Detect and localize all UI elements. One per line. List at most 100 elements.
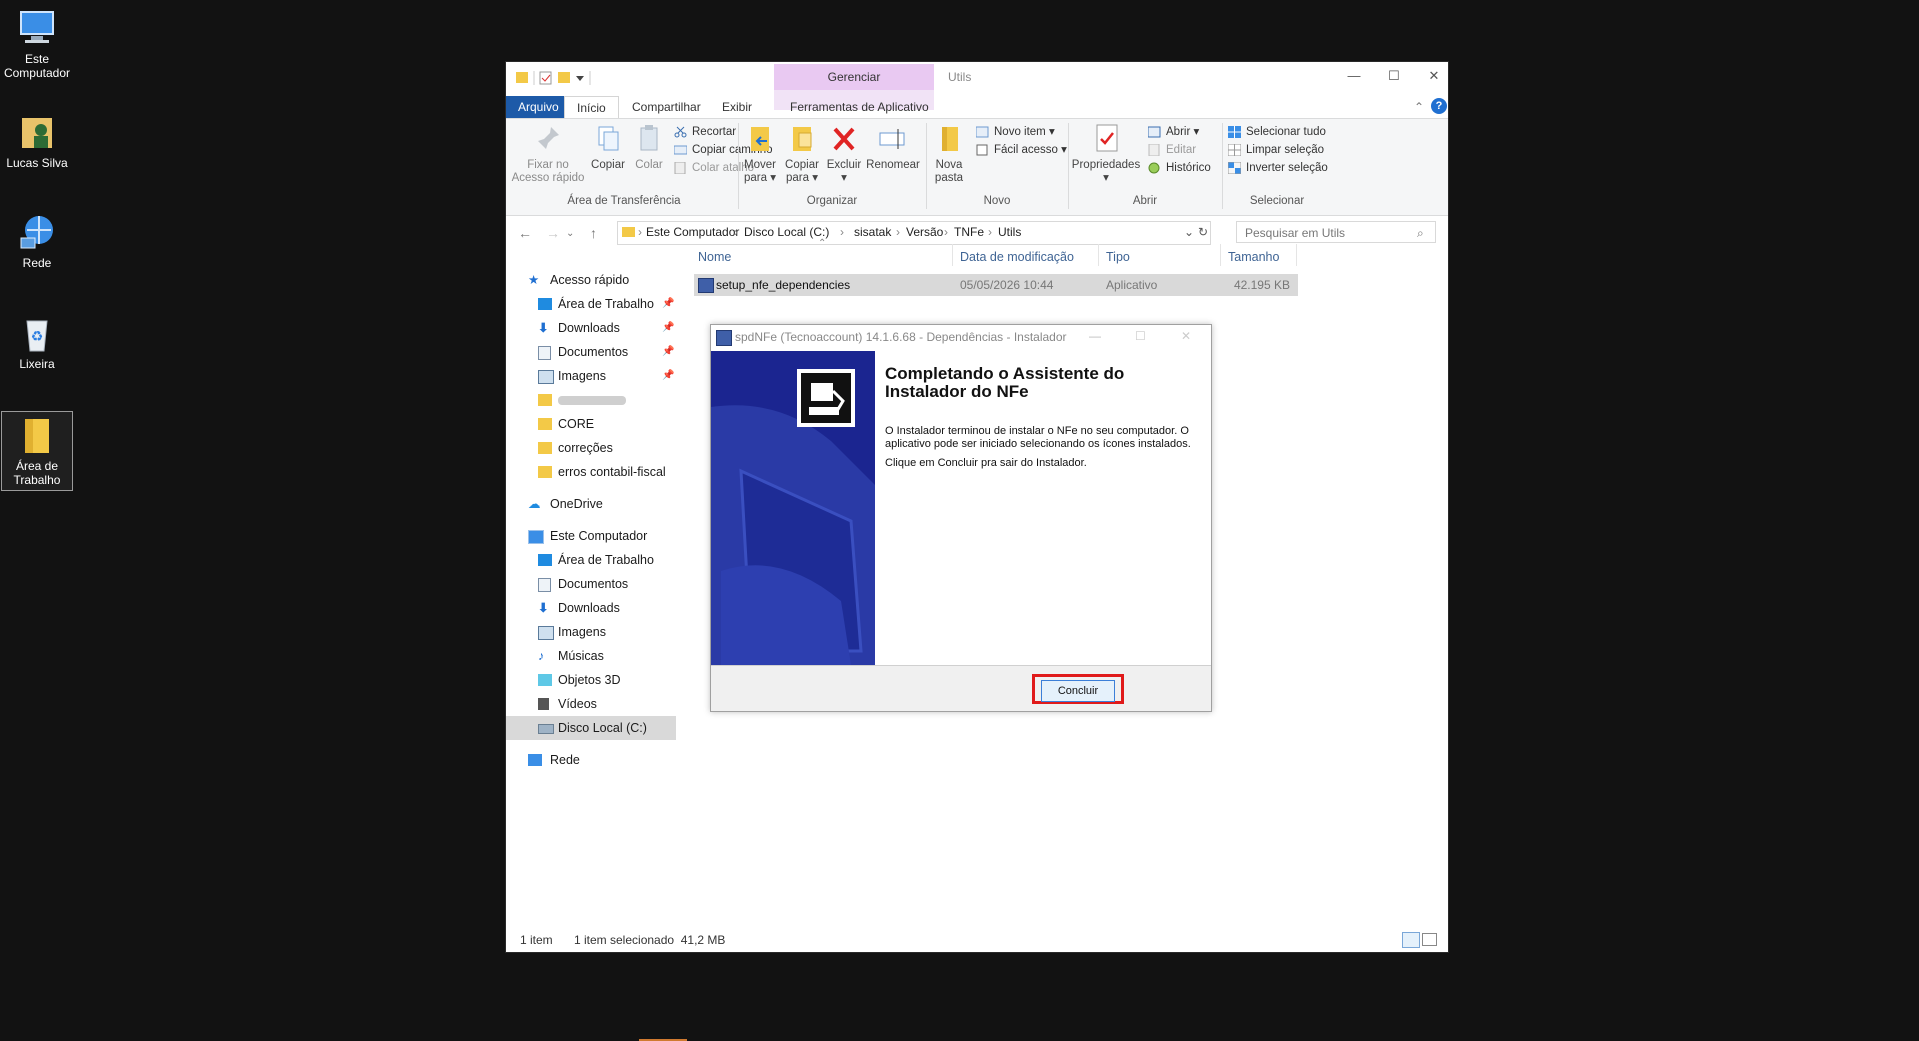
select-all-button[interactable]: Selecionar tudo (1228, 123, 1326, 141)
search-input[interactable]: Pesquisar em Utils ⌕ (1236, 221, 1436, 243)
properties-button[interactable]: Propriedades ▾ (1070, 123, 1142, 185)
installer-button-bar: Concluir (711, 665, 1211, 712)
tab-home[interactable]: Início (564, 96, 619, 119)
folder-icon (538, 442, 552, 454)
file-row[interactable]: setup_nfe_dependencies 05/05/2026 10:44 … (694, 274, 1298, 296)
copy-to-label: Copiar (785, 159, 819, 171)
collapse-ribbon-icon[interactable]: ⌃ (1414, 100, 1424, 114)
nav-qa-pictures[interactable]: Imagens 📌 (506, 364, 676, 388)
cube-icon (538, 674, 552, 686)
column-divider (1098, 244, 1099, 266)
nav-network[interactable]: Rede (506, 748, 676, 772)
nav-pc-documents[interactable]: Documentos (506, 572, 676, 596)
nav-qa-desktop[interactable]: Área de Trabalho 📌 (506, 292, 676, 316)
installer-title-bar: spdNFe (Tecnoaccount) 14.1.6.68 - Depend… (711, 325, 1211, 351)
tab-view[interactable]: Exibir (710, 96, 764, 118)
paste-shortcut-icon (674, 161, 687, 175)
installer-message: O Instalador terminou de instalar o NFe … (885, 425, 1191, 450)
ribbon: Fixar no Acesso rápido Copiar Colar Reco… (506, 118, 1448, 216)
cloud-icon: ☁ (528, 497, 541, 511)
breadcrumb-separator: › (944, 225, 948, 239)
nav-qa-erros[interactable]: erros contabil-fiscal (506, 460, 676, 484)
copy-button[interactable]: Copiar (588, 123, 628, 172)
easy-access-button[interactable]: Fácil acesso ▾ (976, 141, 1067, 159)
column-header-type[interactable]: Tipo (1106, 250, 1130, 264)
installer-banner-art (711, 351, 875, 665)
nav-pc-3d-objects[interactable]: Objetos 3D (506, 668, 676, 692)
close-button[interactable]: ✕ (1414, 68, 1454, 88)
properties-icon (1091, 123, 1121, 155)
context-tab-manage[interactable]: Gerenciar (774, 64, 934, 90)
new-item-button[interactable]: Novo item ▾ (975, 123, 1055, 141)
breadcrumb-item[interactable]: Utils (998, 225, 1021, 239)
up-icon[interactable]: ↑ (590, 225, 597, 241)
large-icons-view-icon[interactable] (1422, 933, 1437, 946)
delete-button[interactable]: Excluir ▾ (824, 123, 864, 185)
paste-button[interactable]: Colar (630, 123, 668, 172)
nav-this-pc[interactable]: Este Computador (506, 524, 676, 548)
nav-pc-desktop[interactable]: Área de Trabalho (506, 548, 676, 572)
recent-locations-icon[interactable]: ⌄ (566, 228, 574, 239)
installer-close-button[interactable]: ✕ (1181, 329, 1191, 343)
nav-label: Área de Trabalho (558, 553, 654, 567)
edit-button[interactable]: Editar (1148, 141, 1196, 159)
properties-label: Propriedades (1071, 159, 1141, 171)
nav-pc-videos[interactable]: Vídeos (506, 692, 676, 716)
refresh-icon[interactable]: ↻ (1198, 225, 1208, 239)
easy-access-label: Fácil acesso (994, 144, 1058, 156)
breadcrumb-item[interactable]: TNFe (954, 225, 984, 239)
nav-qa-documents[interactable]: Documentos 📌 (506, 340, 676, 364)
breadcrumb-item[interactable]: Este Computador (646, 225, 739, 239)
nav-qa-blurred-folder[interactable] (506, 388, 676, 412)
breadcrumb-item[interactable]: sisatak (854, 225, 891, 239)
desktop-icon-computer[interactable]: Este Computador (2, 8, 72, 80)
pin-quick-access-button[interactable]: Fixar no Acesso rápido (510, 123, 586, 185)
select-none-button[interactable]: Limpar seleção (1227, 141, 1324, 159)
desktop-icon-user[interactable]: Lucas Silva (2, 112, 72, 170)
invert-selection-button[interactable]: Inverter seleção (1227, 159, 1328, 177)
breadcrumb[interactable]: › Este Computador › Disco Local (C:) › s… (617, 221, 1211, 245)
nav-pc-downloads[interactable]: ⬇ Downloads (506, 596, 676, 620)
new-folder-button[interactable]: Nova pasta (928, 123, 970, 185)
column-header-modified[interactable]: Data de modificação (960, 250, 1074, 264)
breadcrumb-item[interactable]: Versão (906, 225, 943, 239)
tab-share[interactable]: Compartilhar (620, 96, 713, 118)
nav-onedrive[interactable]: ☁ OneDrive (506, 492, 676, 516)
open-button[interactable]: Abrir ▾ (1147, 123, 1199, 141)
nav-quick-access[interactable]: ★ Acesso rápido (506, 268, 676, 292)
desktop-icon-recycle-bin[interactable]: ♻ Lixeira (2, 313, 72, 371)
breadcrumb-item[interactable]: Disco Local (C:) (744, 225, 829, 239)
cut-button[interactable]: Recortar (674, 123, 736, 141)
maximize-button[interactable]: ☐ (1374, 68, 1414, 88)
nav-label: CORE (558, 417, 595, 431)
desktop-icon-network[interactable]: Rede (2, 212, 72, 270)
details-view-icon[interactable] (1402, 932, 1420, 948)
column-header-name[interactable]: Nome (698, 250, 731, 264)
forward-icon[interactable]: → (546, 225, 560, 241)
column-header-size[interactable]: Tamanho (1228, 250, 1279, 264)
nav-pc-music[interactable]: ♪ Músicas (506, 644, 676, 668)
copy-to-button[interactable]: Copiar para ▾ (782, 123, 822, 185)
copy-label: Copiar (591, 159, 625, 171)
nav-pc-local-disk[interactable]: Disco Local (C:) (506, 716, 676, 740)
tab-file[interactable]: Arquivo (506, 96, 571, 118)
nav-pc-pictures[interactable]: Imagens (506, 620, 676, 644)
nav-qa-correcoes[interactable]: correções (506, 436, 676, 460)
installer-minimize-button[interactable]: — (1089, 329, 1101, 343)
help-icon[interactable]: ? (1431, 98, 1447, 114)
rename-button[interactable]: Renomear (864, 123, 922, 172)
folder-icon (538, 418, 552, 430)
move-to-button[interactable]: Mover para ▾ (740, 123, 780, 185)
nav-qa-core[interactable]: CORE (506, 412, 676, 436)
minimize-button[interactable]: — (1334, 68, 1374, 88)
address-dropdown-icon[interactable]: ⌄ (1184, 225, 1194, 239)
history-button[interactable]: Histórico (1148, 159, 1211, 177)
desktop-icon-desktop-folder[interactable]: Área de Trabalho (1, 411, 73, 491)
paste-label: Colar (635, 159, 663, 171)
tab-app-tools[interactable]: Ferramentas de Aplicativo (778, 96, 941, 118)
back-icon[interactable]: ← (518, 225, 532, 241)
nav-qa-downloads[interactable]: ⬇ Downloads 📌 (506, 316, 676, 340)
installer-maximize-button[interactable]: ☐ (1135, 329, 1146, 343)
finish-button[interactable]: Concluir (1041, 680, 1115, 702)
group-divider (1068, 123, 1069, 209)
